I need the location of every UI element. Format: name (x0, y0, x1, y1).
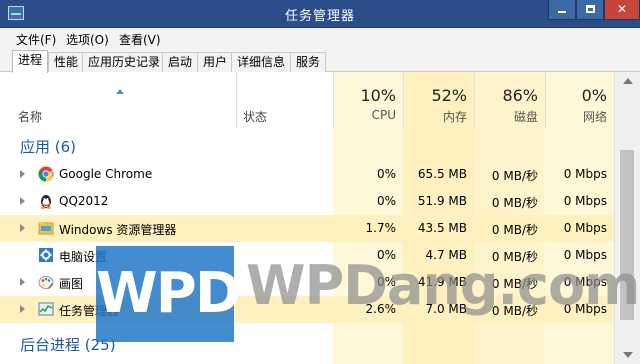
tab-services[interactable]: 服务 (290, 52, 327, 72)
title-bar: 任务管理器 ✕ (0, 0, 640, 28)
qq-icon (40, 195, 52, 209)
explorer-icon (38, 222, 54, 235)
process-cpu: 0% (376, 167, 396, 181)
table-row[interactable]: Windows 资源管理器 1.7% 43.5 MB 0 MB/秒 0 Mbps (0, 215, 614, 242)
process-memory: 65.5 MB (417, 167, 467, 181)
tab-strip: 进程 性能 应用历史记录 启动 用户 详细信息 服务 (0, 48, 640, 73)
task-manager-icon (38, 302, 54, 316)
process-disk: 0 MB/秒 (491, 169, 538, 183)
column-header-memory[interactable]: 内存 (403, 108, 467, 125)
menu-file[interactable]: 文件(F) (16, 31, 56, 48)
menu-view[interactable]: 查看(V) (119, 31, 161, 48)
process-memory: 43.5 MB (417, 221, 467, 235)
tab-details[interactable]: 详细信息 (231, 52, 292, 72)
process-name: 任务管理器 (59, 304, 120, 318)
expand-icon[interactable] (20, 305, 25, 313)
process-name: 画图 (59, 277, 84, 291)
minimize-icon (558, 11, 566, 13)
process-disk: 0 MB/秒 (491, 223, 538, 237)
process-name: 电脑设置 (59, 250, 108, 264)
minimize-button[interactable] (548, 0, 576, 20)
tab-startup[interactable]: 启动 (162, 52, 199, 72)
vertical-scrollbar[interactable] (614, 72, 640, 364)
process-disk: 0 MB/秒 (491, 250, 538, 264)
process-list: 名称 状态 10% CPU 52% 内存 86% 磁盘 0% 网络 应用 (6)… (0, 72, 640, 364)
process-disk: 0 MB/秒 (491, 196, 538, 210)
column-header-network[interactable]: 网络 (545, 108, 607, 125)
process-disk: 0 MB/秒 (491, 304, 538, 318)
close-icon: ✕ (616, 2, 628, 16)
process-name: Windows 资源管理器 (59, 223, 177, 237)
expand-icon[interactable] (20, 170, 25, 178)
group-header-background[interactable]: 后台进程 (25) (20, 334, 116, 355)
table-row[interactable]: QQ2012 0% 51.9 MB 0 MB/秒 0 Mbps (0, 188, 614, 215)
process-cpu: 0% (376, 194, 396, 208)
sort-ascending-icon[interactable] (116, 89, 124, 94)
process-cpu: 1.7% (365, 221, 397, 235)
chrome-icon (38, 166, 54, 182)
process-cpu: 2.6% (365, 302, 397, 316)
process-memory: 4.7 MB (425, 248, 467, 262)
tab-users[interactable]: 用户 (197, 52, 234, 72)
table-row[interactable]: Google Chrome 0% 65.5 MB 0 MB/秒 0 Mbps (0, 161, 614, 188)
column-divider[interactable] (236, 72, 237, 128)
column-header-status[interactable]: 状态 (243, 108, 267, 125)
maximize-icon (585, 5, 595, 13)
column-header-name[interactable]: 名称 (18, 108, 42, 125)
scrollbar-thumb[interactable] (620, 150, 634, 320)
group-header-apps[interactable]: 应用 (6) (20, 136, 76, 157)
process-network: 0 Mbps (563, 221, 607, 235)
process-disk: 0 MB/秒 (491, 277, 538, 291)
tab-performance[interactable]: 性能 (48, 52, 85, 72)
column-header-disk[interactable]: 磁盘 (474, 108, 538, 125)
process-memory: 7.0 MB (425, 302, 467, 316)
process-memory: 51.9 MB (417, 194, 467, 208)
process-cpu: 0% (376, 275, 396, 289)
process-cpu: 0% (376, 248, 396, 262)
expand-icon[interactable] (20, 224, 25, 232)
settings-icon (39, 248, 53, 262)
scroll-down-icon[interactable] (623, 352, 633, 358)
maximize-button[interactable] (576, 0, 604, 20)
menu-bar: 文件(F) 选项(O) 查看(V) (0, 28, 640, 48)
window-title: 任务管理器 (284, 9, 355, 24)
process-network: 0 Mbps (563, 194, 607, 208)
process-network: 0 Mbps (563, 275, 607, 289)
process-name: QQ2012 (59, 194, 109, 208)
menu-options[interactable]: 选项(O) (66, 31, 109, 48)
scroll-up-icon[interactable] (623, 78, 633, 84)
column-header-cpu[interactable]: CPU (333, 108, 396, 122)
process-network: 0 Mbps (563, 248, 607, 262)
table-row[interactable]: 画图 0% 41.9 MB 0 MB/秒 0 Mbps (0, 269, 614, 296)
tab-app-history[interactable]: 应用历史记录 (82, 52, 167, 72)
expand-icon[interactable] (20, 197, 25, 205)
table-row[interactable]: 任务管理器 2.6% 7.0 MB 0 MB/秒 0 Mbps (0, 296, 614, 323)
memory-total-percent[interactable]: 52% (403, 86, 467, 105)
process-network: 0 Mbps (563, 167, 607, 181)
table-row[interactable]: 电脑设置 0% 4.7 MB 0 MB/秒 0 Mbps (0, 242, 614, 269)
expand-icon[interactable] (20, 278, 25, 286)
paint-icon (38, 276, 54, 289)
disk-total-percent[interactable]: 86% (474, 86, 538, 105)
cpu-total-percent[interactable]: 10% (333, 86, 396, 105)
process-network: 0 Mbps (563, 302, 607, 316)
process-memory: 41.9 MB (417, 275, 467, 289)
tab-processes[interactable]: 进程 (12, 50, 49, 73)
network-total-percent[interactable]: 0% (545, 86, 607, 105)
close-button[interactable]: ✕ (604, 0, 640, 20)
process-name: Google Chrome (59, 167, 153, 181)
